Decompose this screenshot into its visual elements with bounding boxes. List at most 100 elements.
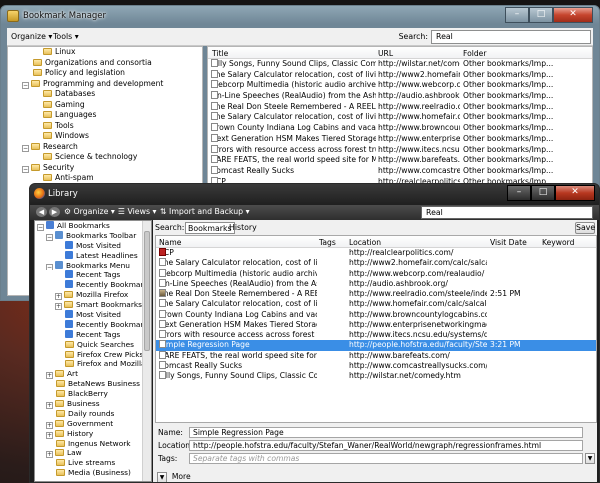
tree-item[interactable]: − Security [8,163,202,174]
toggle-icon[interactable]: + [55,293,62,301]
bm-search-input[interactable]: Real [431,30,591,44]
toggle-icon[interactable]: + [46,451,53,459]
tree-item[interactable]: + Business [35,399,151,409]
lib-close-button[interactable]: ✕ [555,185,595,201]
bm-title-bar[interactable]: Bookmark Manager – □ ✕ [1,6,599,28]
list-row[interactable]: Next Generation HSM Makes Tiered Storag.… [156,319,596,330]
list-row[interactable]: Silly Songs, Funny Sound Clips, Classic … [156,371,596,381]
tags-field[interactable]: Separate tags with commas [189,453,583,464]
tree-item[interactable]: BetaNews Business [35,379,151,389]
tree-item[interactable]: Databases [8,89,202,100]
tree-item[interactable]: − All Bookmarks [35,221,151,231]
tree-item[interactable]: − Bookmarks Menu [35,260,151,271]
list-row[interactable]: RCP http://realclearpolitics.com/ [156,248,596,258]
list-row[interactable]: Errors with resource access across fores… [208,144,592,156]
save-search-button[interactable]: Save [575,222,595,234]
forward-icon[interactable]: ▶ [49,207,60,217]
tree-item[interactable]: Languages [8,110,202,121]
tree-item[interactable]: Firefox Crew Picks [35,350,151,360]
tree-item[interactable]: + Government [35,419,151,429]
list-row[interactable]: Errors with resource access across fores… [156,330,596,340]
list-row[interactable]: The Real Don Steele Remembered - A REELR… [208,101,592,113]
import-backup-button[interactable]: ⇅ Import and Backup ▾ [160,207,250,216]
list-row[interactable]: The Real Don Steele Remembered - A REE..… [156,289,596,299]
list-row[interactable]: On-Line Speeches (RealAudio) from the As… [156,278,596,289]
tree-item[interactable]: Quick Searches [35,340,151,350]
more-toggle[interactable]: ▼ More [157,472,191,482]
tree-item[interactable]: BlackBerry [35,389,151,399]
list-row[interactable]: Simple Regression Page http://people.hofs… [156,340,596,351]
tree-item[interactable]: Recent Tags [35,270,151,280]
list-row[interactable]: Comcast Really Sucks http://www.comcastre… [208,165,592,177]
tab-history[interactable]: History [227,222,259,234]
lib-minimize-button[interactable]: – [507,185,531,201]
tree-item[interactable]: Ingenus Network [35,439,151,449]
tree-item[interactable]: + Art [35,369,151,380]
tree-item[interactable]: − Programming and development [8,79,202,90]
list-row[interactable]: BARE FEATS, the real world speed site fo… [156,350,596,361]
tree-item[interactable]: Recently Bookmarked [35,319,151,330]
tree-item[interactable]: Latest Headlines [35,250,151,261]
toggle-icon[interactable]: + [46,372,53,380]
list-row[interactable]: Webcorp Multimedia (historic audio archi… [208,80,592,91]
expand-icon[interactable]: ▼ [157,472,167,482]
col-folder[interactable]: Folder [463,49,486,58]
list-row[interactable]: Silly Songs, Funny Sound Clips, Classic … [208,59,592,70]
toggle-icon[interactable]: − [46,263,53,271]
library-folder-tree[interactable]: − All Bookmarks − Bookmarks Toolbar Most Vis… [34,220,152,482]
tags-dropdown-icon[interactable]: ▼ [585,453,595,464]
maximize-button[interactable]: □ [529,7,553,23]
list-row[interactable]: BARE FEATS, the real world speed site fo… [208,155,592,166]
tree-item[interactable]: Media (Business) [35,468,151,478]
close-button[interactable]: ✕ [553,7,593,23]
col-visit-date[interactable]: Visit Date [490,238,527,247]
tree-item[interactable]: − Research [8,142,202,153]
toggle-icon[interactable]: + [46,402,53,409]
tree-item[interactable]: + Mozilla Firefox [35,290,151,301]
toggle-icon[interactable]: − [37,224,44,231]
list-row[interactable]: The Salary Calculator relocation, cost o… [156,258,596,268]
toggle-icon[interactable]: − [22,165,29,173]
tree-scrollbar[interactable] [142,221,151,481]
minimize-button[interactable]: – [505,7,529,23]
tree-item[interactable]: Windows [8,131,202,142]
list-row[interactable]: The Salary Calculator relocation, cost o… [208,112,592,123]
lib-maximize-button[interactable]: □ [531,185,555,201]
back-icon[interactable]: ◀ [36,207,47,217]
name-field[interactable]: Simple Regression Page [189,427,583,438]
col-name[interactable]: Name [159,238,181,247]
list-row[interactable]: The Salary Calculator relocation, cost o… [208,69,592,81]
list-row[interactable]: Brown County Indiana Log Cabins and vaca… [208,123,592,134]
tree-item[interactable]: Most Visited [35,240,151,251]
toggle-icon[interactable]: − [22,144,29,152]
toggle-icon[interactable]: + [55,303,62,311]
views-button[interactable]: ☰ Views ▾ [118,207,156,216]
list-row[interactable]: The Salary Calculator relocation, cost o… [156,299,596,309]
tree-item[interactable]: Daily rounds [35,409,151,419]
organize-button[interactable]: ⚙ Organize ▾ [64,207,115,216]
tree-item[interactable]: Most Visited [35,310,151,320]
tree-item[interactable]: Tools [8,121,202,132]
organize-menu[interactable]: Organize ▾ [11,32,52,41]
toggle-icon[interactable]: + [46,421,53,429]
tree-item[interactable]: Anti-spam [8,173,202,184]
col-location[interactable]: Location [349,238,381,247]
tree-item[interactable]: + Smart Bookmarks [35,300,151,311]
col-url[interactable]: URL [378,49,393,58]
toggle-icon[interactable]: + [46,431,53,439]
library-search-input[interactable]: Real [421,206,593,219]
list-row[interactable]: Next Generation HSM Makes Tiered Storage… [208,133,592,145]
col-title[interactable]: Title [212,49,228,58]
tree-item[interactable]: Recent Tags [35,329,151,340]
tree-item[interactable]: Live streams [35,458,151,468]
location-field[interactable]: http://people.hofstra.edu/faculty/Stefan… [189,440,583,451]
tree-item[interactable]: Policy and legislation [8,68,202,79]
tree-item[interactable]: + Law [35,448,151,459]
tree-item[interactable]: Linux [8,47,202,58]
tree-item[interactable]: Firefox and Mozilla Lin... [35,359,151,369]
list-row[interactable]: Webcorp Multimedia (historic audio archi… [156,268,596,279]
tree-item[interactable]: − Bookmarks Toolbar [35,230,151,241]
col-tags[interactable]: Tags [319,238,336,247]
tree-item[interactable]: Gaming [8,100,202,111]
tree-item[interactable]: + History [35,429,151,439]
